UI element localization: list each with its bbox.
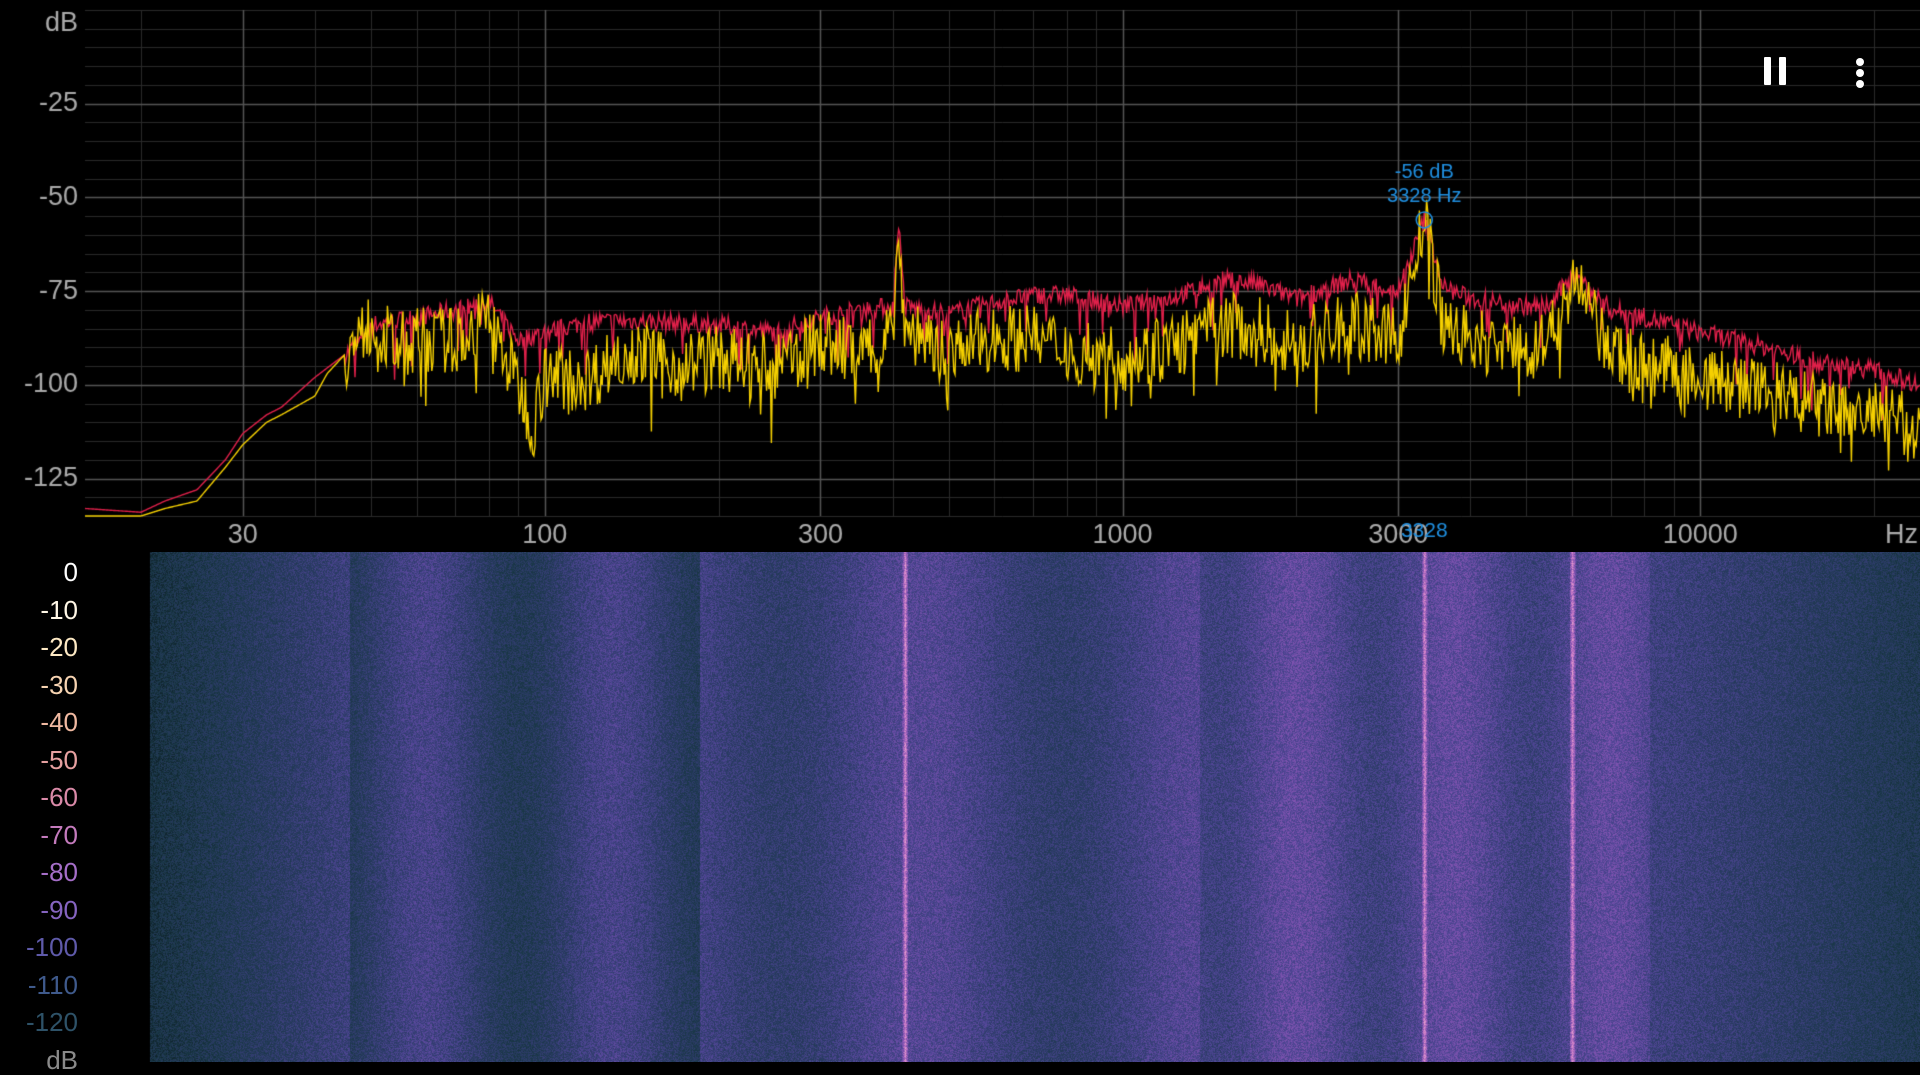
scale-tick-label: -110 <box>27 969 78 1000</box>
spectrogram-canvas <box>0 552 1920 1062</box>
scale-tick-label: -60 <box>40 782 78 812</box>
scale-tick-label: -50 <box>40 744 78 775</box>
pause-button[interactable] <box>1745 48 1805 98</box>
scale-tick-label: -120 <box>25 1007 78 1037</box>
db-color-scale: 0 -10 -20 -30 -40 -50 -60 -70 -80 -90 -100 -110 -120… <box>0 552 90 1074</box>
scale-tick-label: 0 <box>63 557 78 587</box>
scale-tick-label: -80 <box>40 857 78 887</box>
pause-icon <box>1760 56 1790 90</box>
scale-tick-label: -40 <box>40 707 78 737</box>
scale-tick-label: -70 <box>40 819 78 850</box>
spectrum-chart[interactable] <box>0 0 1920 552</box>
more-options-button[interactable] <box>1830 48 1890 98</box>
scale-tick-label: -20 <box>40 632 78 662</box>
scale-tick-label: -10 <box>40 594 78 625</box>
scale-tick-label: -30 <box>40 669 78 700</box>
scale-tick-label: -100 <box>25 932 78 962</box>
spectrogram[interactable]: 0 -10 -20 -30 -40 -50 -60 -70 -80 -90 -100 -110 -120… <box>0 552 1920 1074</box>
scale-unit-label: dB <box>46 1044 78 1075</box>
more-vert-icon <box>1856 55 1864 91</box>
scale-tick-label: -90 <box>40 894 78 925</box>
